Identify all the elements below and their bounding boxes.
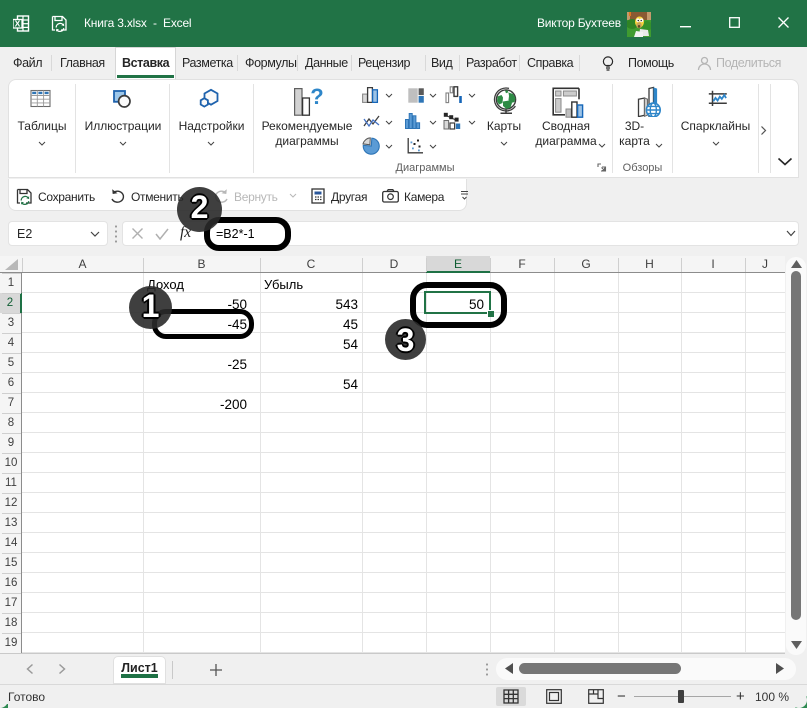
svg-text:X: X <box>15 19 21 29</box>
svg-text:?: ? <box>310 87 323 109</box>
